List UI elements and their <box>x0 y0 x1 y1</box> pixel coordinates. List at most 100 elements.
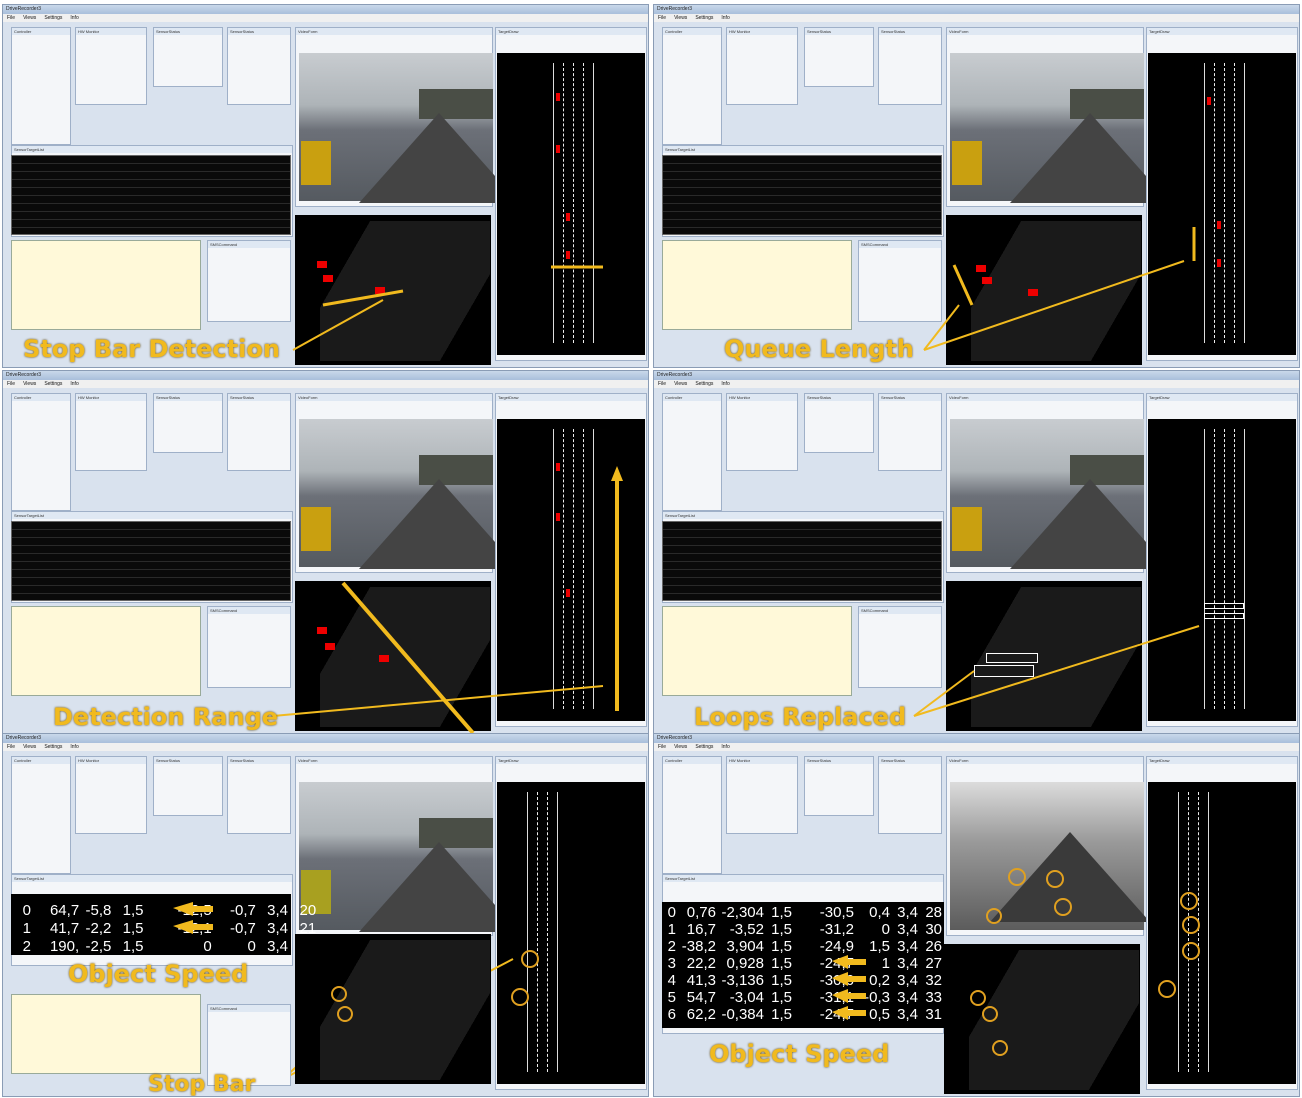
caption: Stop Bar Detection <box>23 335 280 363</box>
caption: Object Speed <box>709 1040 890 1068</box>
video-frame <box>299 419 519 569</box>
screenshot-panel: DriveRecorder3 File Views Settings Info Con… <box>653 370 1300 734</box>
table-row: 0 64,7 -5,8 1,5 -12,5 -0,7 3,4 20 <box>11 902 316 919</box>
sms-command-window: SMSCommand <box>858 606 942 688</box>
window-title: DriveRecorder3 <box>654 371 1299 380</box>
hw-monitor-window: HW Monitor <box>726 27 798 105</box>
menu-file[interactable]: File <box>7 15 15 21</box>
table-row: 1 41,7 -2,2 1,5 -12,1 -0,7 3,4 21 <box>11 920 316 937</box>
target-list-table <box>11 155 291 235</box>
can-data-list <box>11 606 201 696</box>
table-row: 2 -38,2 3,904 1,5 -24,9 1,5 3,4 26 <box>662 938 944 955</box>
menu-settings[interactable]: Settings <box>695 15 713 21</box>
sensor-status-window: SensorStatus <box>804 393 874 453</box>
caption-stop-bar: Stop Bar <box>148 1072 256 1097</box>
view-target-draw <box>946 215 1142 365</box>
controller-window: Controller <box>11 27 71 145</box>
controller-window: Controller <box>662 393 722 511</box>
menu-info[interactable]: Info <box>721 381 729 387</box>
table-row: 0 0,76 -2,304 1,5 -30,5 0,4 3,4 28 <box>662 904 944 921</box>
sms-command-window: SMSCommand <box>858 240 942 322</box>
menu-info[interactable]: Info <box>721 15 729 21</box>
table-row: 2 190, -2,5 1,5 0 0 3,4 6 <box>11 938 316 955</box>
menu-file[interactable]: File <box>658 381 666 387</box>
screenshot-panel: DriveRecorder3 File Views Settings Info Con… <box>653 4 1300 368</box>
menu-file[interactable]: File <box>658 15 666 21</box>
table-row: 1 16,7 -3,52 1,5 -31,2 0 3,4 30 <box>662 921 944 938</box>
video-frame <box>950 782 1150 930</box>
menu-settings[interactable]: Settings <box>44 381 62 387</box>
menu-settings[interactable]: Settings <box>44 15 62 21</box>
screenshot-panel: DriveRecorder3 File Views Settings Info Con… <box>653 733 1300 1097</box>
menu-bar: File Views Settings Info <box>654 380 1299 388</box>
sensor-status-window: SensorStatus <box>153 393 223 453</box>
can-data-list <box>11 994 201 1074</box>
window-title: DriveRecorder3 <box>3 371 648 380</box>
target-draw-canvas <box>497 782 645 1084</box>
menu-views[interactable]: Views <box>23 15 36 21</box>
menu-views[interactable]: Views <box>23 744 36 750</box>
menu-file[interactable]: File <box>7 744 15 750</box>
screenshot-panel: DriveRecorder3 File Views Settings Info Con… <box>2 733 649 1097</box>
sms-command-window: SMSCommand <box>207 606 291 688</box>
view-target-draw <box>295 581 491 731</box>
menu-bar: File Views Settings Info <box>3 380 648 388</box>
target-draw-canvas <box>1148 419 1296 721</box>
caption: Detection Range <box>53 703 279 731</box>
menu-bar: File Views Settings Info <box>654 14 1299 22</box>
hw-monitor-window: HW Monitor <box>726 756 798 834</box>
menu-file[interactable]: File <box>658 744 666 750</box>
menu-bar: File Views Settings Info <box>3 743 648 751</box>
hw-monitor-window: HW Monitor <box>75 756 147 834</box>
can-data-list <box>11 240 201 330</box>
collage: DriveRecorder3 File Views Settings Info Con… <box>0 0 1302 1098</box>
target-list-table <box>11 521 291 601</box>
sensor-status-window-2: SensorStatus <box>227 27 291 105</box>
window-title: DriveRecorder3 <box>3 5 648 14</box>
view-target-draw <box>295 934 491 1084</box>
target-list-table <box>662 155 942 235</box>
row-index: 0 <box>22 902 31 919</box>
controller-window: Controller <box>11 393 71 511</box>
table-row: 6 62,2 -0,384 1,5 -24,7 0,5 3,4 31 <box>662 1006 944 1023</box>
hw-monitor-window: HW Monitor <box>726 393 798 471</box>
hw-monitor-window: HW Monitor <box>75 27 147 105</box>
table-row: 5 54,7 -3,04 1,5 -31,1 -0,3 3,4 33 <box>662 989 944 1006</box>
menu-views[interactable]: Views <box>674 381 687 387</box>
video-frame <box>299 53 519 203</box>
menu-settings[interactable]: Settings <box>695 744 713 750</box>
target-draw-canvas <box>1148 782 1296 1084</box>
menu-info[interactable]: Info <box>70 744 78 750</box>
target-draw-canvas <box>497 419 645 721</box>
sms-command-window: SMSCommand <box>207 240 291 322</box>
menu-info[interactable]: Info <box>70 15 78 21</box>
menu-file[interactable]: File <box>7 381 15 387</box>
view-target-draw <box>944 944 1140 1094</box>
table-row: 3 22,2 0,928 1,5 -24,7 1 3,4 27 <box>662 955 944 972</box>
menu-views[interactable]: Views <box>674 744 687 750</box>
sensor-status-window-2: SensorStatus <box>227 393 291 471</box>
video-frame <box>950 419 1170 569</box>
menu-settings[interactable]: Settings <box>44 744 62 750</box>
can-data-list <box>662 240 852 330</box>
target-draw-canvas <box>497 53 645 355</box>
menu-info[interactable]: Info <box>721 744 729 750</box>
menu-info[interactable]: Info <box>70 381 78 387</box>
view-target-draw <box>295 215 491 365</box>
table-row: 4 41,3 -3,136 1,5 -30,6 0,2 3,4 32 <box>662 972 944 989</box>
target-list-table <box>662 521 942 601</box>
window-title: DriveRecorder3 <box>654 734 1299 743</box>
speed-cell: -12,5 <box>177 902 212 919</box>
menu-settings[interactable]: Settings <box>695 381 713 387</box>
sensor-status-window-2: SensorStatus <box>227 756 291 834</box>
video-frame <box>950 53 1170 203</box>
menu-views[interactable]: Views <box>23 381 36 387</box>
hw-monitor-window: HW Monitor <box>75 393 147 471</box>
sensor-status-window: SensorStatus <box>804 756 874 816</box>
view-target-draw <box>946 581 1142 731</box>
caption: Queue Length <box>724 335 914 363</box>
menu-views[interactable]: Views <box>674 15 687 21</box>
sensor-status-window: SensorStatus <box>153 756 223 816</box>
caption-object-speed: Object Speed <box>68 960 249 988</box>
sensor-status-window: SensorStatus <box>804 27 874 87</box>
